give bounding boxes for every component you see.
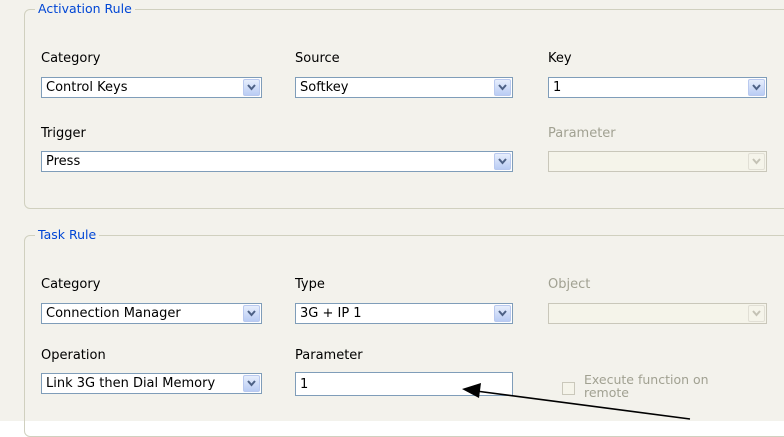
arrow-annotation <box>462 383 691 420</box>
dialog-panel: Activation Rule Category Control Keys So… <box>0 0 784 437</box>
